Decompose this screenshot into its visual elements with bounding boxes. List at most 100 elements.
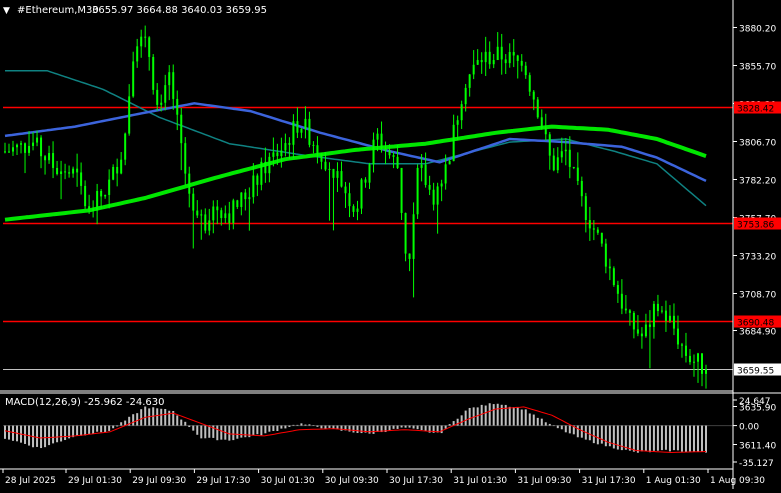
macd-histogram-bar: [616, 425, 619, 450]
candle-body: [440, 183, 443, 187]
macd-histogram-bar: [556, 425, 559, 429]
candle-body: [576, 167, 579, 181]
macd-histogram-bar: [340, 425, 343, 431]
macd-histogram-bar: [440, 425, 443, 434]
macd-histogram-bar: [132, 414, 135, 426]
macd-histogram-bar: [280, 425, 283, 429]
macd-histogram-bar: [60, 425, 63, 442]
candle-body: [236, 200, 239, 207]
time-tick-label: 30 Jul 01:30: [261, 476, 315, 486]
trading-chart[interactable]: 3880.203855.703831.303806.703782.203757.…: [0, 0, 781, 489]
candle-body: [508, 52, 511, 64]
candle-body: [8, 151, 11, 153]
macd-histogram-bar: [524, 409, 527, 426]
macd-histogram-bar: [316, 425, 319, 427]
candle-body: [348, 193, 351, 207]
candle-body: [396, 156, 399, 168]
menu-arrow-icon[interactable]: ▼: [3, 6, 10, 16]
candle-body: [132, 61, 135, 97]
candle-body: [108, 179, 111, 195]
macd-histogram-bar: [488, 403, 491, 426]
candle-body: [468, 74, 471, 88]
macd-histogram-bar: [44, 425, 47, 448]
macd-histogram-bar: [312, 425, 315, 426]
candle-body: [4, 151, 6, 153]
candle-body: [232, 200, 235, 224]
candle-body: [272, 152, 275, 157]
time-tick-label: 31 Jul 17:30: [582, 476, 636, 486]
candle-body: [496, 46, 499, 61]
candle-body: [460, 104, 463, 121]
price-tick-label: 3806.70: [739, 139, 776, 149]
macd-histogram-bar: [100, 425, 103, 433]
time-tick-label: 1 Aug 09:30: [710, 476, 765, 486]
candle-body: [60, 171, 63, 175]
candle-body: [632, 312, 635, 330]
candle-body: [344, 186, 347, 194]
macd-histogram-bar: [104, 425, 107, 433]
macd-histogram-bar: [696, 425, 699, 452]
candle-body: [212, 206, 215, 221]
candle-body: [192, 193, 195, 211]
candle-body: [44, 156, 47, 161]
macd-histogram-bar: [296, 424, 299, 426]
macd-histogram-bar: [368, 425, 371, 434]
macd-histogram-bar: [236, 425, 239, 439]
macd-histogram-bar: [700, 425, 703, 452]
candle-body: [484, 51, 487, 63]
macd-histogram-bar: [52, 425, 55, 444]
macd-histogram-bar: [400, 425, 403, 428]
candle-body: [300, 128, 303, 133]
macd-histogram-bar: [656, 425, 659, 451]
candle-body: [268, 156, 271, 174]
macd-histogram-bar: [164, 408, 167, 426]
candle-body: [648, 324, 651, 327]
candle-body: [672, 315, 675, 329]
macd-histogram-bar: [624, 425, 627, 450]
candle-body: [340, 171, 343, 187]
chart-canvas[interactable]: 3880.203855.703831.303806.703782.203757.…: [0, 0, 781, 489]
macd-histogram-bar: [460, 415, 463, 426]
candle-body: [308, 118, 311, 145]
candle-body: [356, 208, 359, 212]
candle-body: [20, 143, 23, 145]
candle-body: [72, 168, 75, 174]
macd-histogram-bar: [324, 425, 327, 429]
candle-body: [384, 148, 387, 151]
candle-body: [424, 164, 427, 185]
candle-body: [228, 213, 231, 224]
macd-histogram-bar: [120, 422, 123, 426]
macd-histogram-bar: [116, 425, 119, 427]
candle-body: [616, 285, 619, 294]
macd-histogram-bar: [588, 425, 591, 441]
macd-histogram-bar: [112, 425, 115, 429]
candle-body: [280, 150, 283, 157]
candle-body: [152, 56, 155, 90]
candle-body: [264, 161, 267, 174]
candle-body: [368, 164, 371, 183]
macd-histogram-bar: [592, 425, 595, 444]
candle-body: [184, 143, 187, 174]
candle-body: [408, 253, 411, 259]
candle-body: [304, 118, 307, 129]
candle-body: [80, 172, 83, 186]
price-tick-label: 3611.40: [739, 442, 776, 452]
macd-histogram-bar: [196, 425, 199, 435]
macd-histogram-bar: [512, 407, 515, 426]
macd-histogram-bar: [416, 425, 419, 430]
macd-histogram-bar: [304, 424, 307, 426]
macd-histogram-bar: [536, 417, 539, 426]
candle-body: [208, 220, 211, 231]
macd-histogram-bar: [464, 410, 467, 426]
macd-histogram-bar: [228, 425, 231, 441]
candle-body: [296, 121, 299, 133]
macd-histogram-bar: [176, 415, 179, 426]
candle-body: [592, 228, 595, 230]
macd-histogram-bar: [208, 425, 211, 438]
candle-body: [480, 60, 483, 63]
macd-histogram-bar: [580, 425, 583, 438]
macd-histogram-bar: [76, 425, 79, 436]
macd-histogram-bar: [204, 425, 207, 439]
price-tick-label: 3855.70: [739, 63, 776, 73]
time-tick-label: 31 Jul 09:30: [517, 476, 571, 486]
